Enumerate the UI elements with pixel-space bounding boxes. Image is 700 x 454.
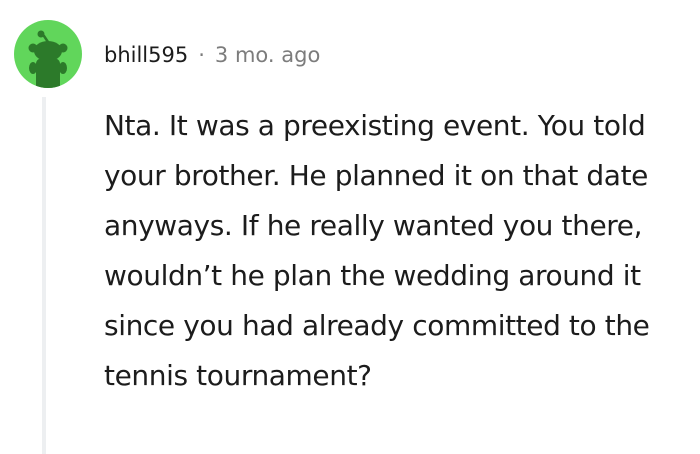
thread-collapse-line[interactable] [42, 97, 46, 454]
username-link[interactable]: bhill595 [104, 43, 188, 67]
comment-header: bhill595 · 3 mo. ago [104, 38, 320, 72]
meta-separator: · [198, 43, 205, 67]
comment: bhill595 · 3 mo. ago Nta. It was a preex… [0, 0, 700, 454]
user-avatar[interactable] [14, 20, 82, 88]
comment-body: Nta. It was a preexisting event. You tol… [104, 109, 650, 392]
comment-timestamp[interactable]: 3 mo. ago [215, 43, 320, 67]
reddit-snoo-avatar-icon [28, 30, 68, 88]
